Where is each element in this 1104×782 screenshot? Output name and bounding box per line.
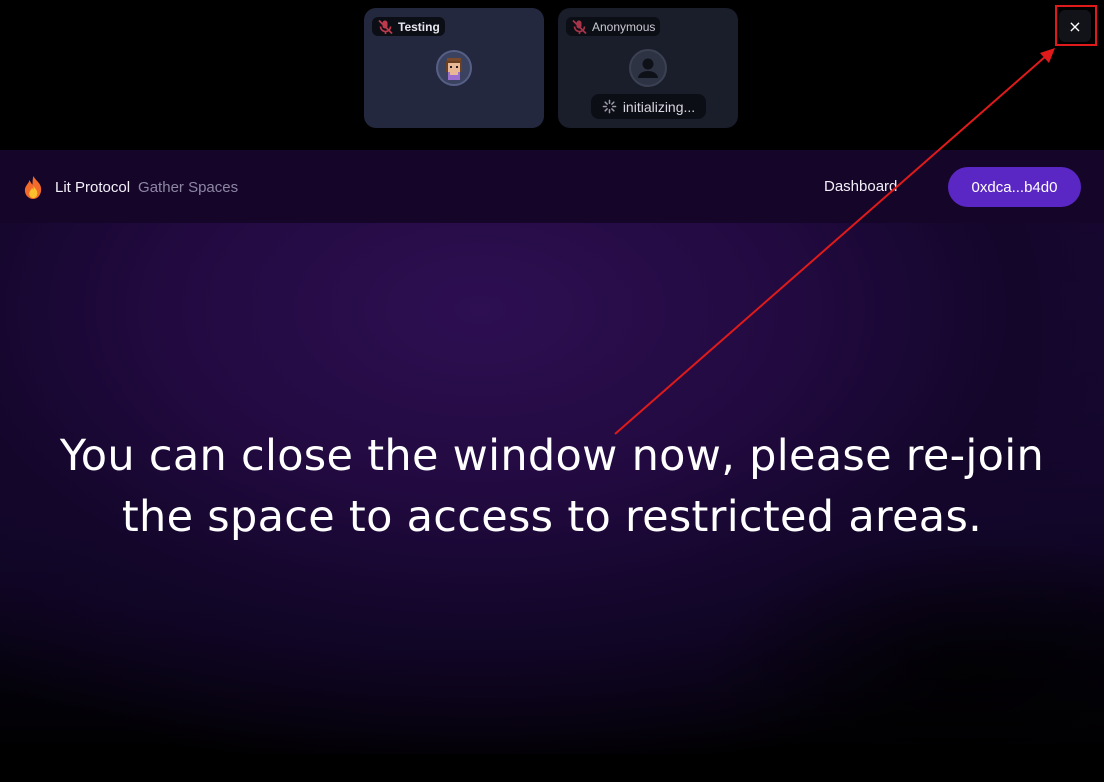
navbar: Lit Protocol Gather Spaces Dashboard 0xd…	[0, 150, 1104, 223]
user-placeholder-icon	[629, 49, 667, 87]
mic-off-icon	[378, 19, 393, 34]
participant-name: Testing	[398, 19, 440, 34]
participant-name: Anonymous	[592, 19, 656, 34]
wallet-address-button[interactable]: 0xdca...b4d0	[948, 167, 1081, 207]
participant-tag: Testing	[372, 17, 445, 36]
participant-tag: Anonymous	[566, 17, 661, 36]
product-name: Gather Spaces	[138, 179, 239, 196]
close-window-message: You can close the window now, please re-…	[0, 426, 1104, 548]
spinner-icon	[602, 99, 617, 114]
connection-status: initializing...	[591, 94, 706, 119]
flame-logo-icon	[24, 176, 42, 199]
dashboard-link[interactable]: Dashboard	[824, 178, 897, 195]
app-window: Lit Protocol Gather Spaces Dashboard 0xd…	[0, 150, 1104, 754]
message-line-1: You can close the window now, please re-…	[59, 431, 1045, 481]
brand[interactable]: Lit Protocol Gather Spaces	[22, 175, 238, 200]
mic-off-icon	[572, 19, 587, 34]
participant-tile-anonymous[interactable]: Anonymous initializing...	[558, 8, 738, 128]
participant-tile-testing[interactable]: Testing	[364, 8, 544, 128]
annotation-highlight-box	[1055, 5, 1097, 46]
message-line-2: the space to access to restricted areas.	[121, 492, 983, 542]
video-strip: Testing Anonymous initializing... ×	[0, 0, 1104, 150]
brand-name: Lit Protocol	[55, 179, 131, 196]
avatar-icon	[436, 50, 472, 86]
status-text: initializing...	[622, 98, 696, 115]
